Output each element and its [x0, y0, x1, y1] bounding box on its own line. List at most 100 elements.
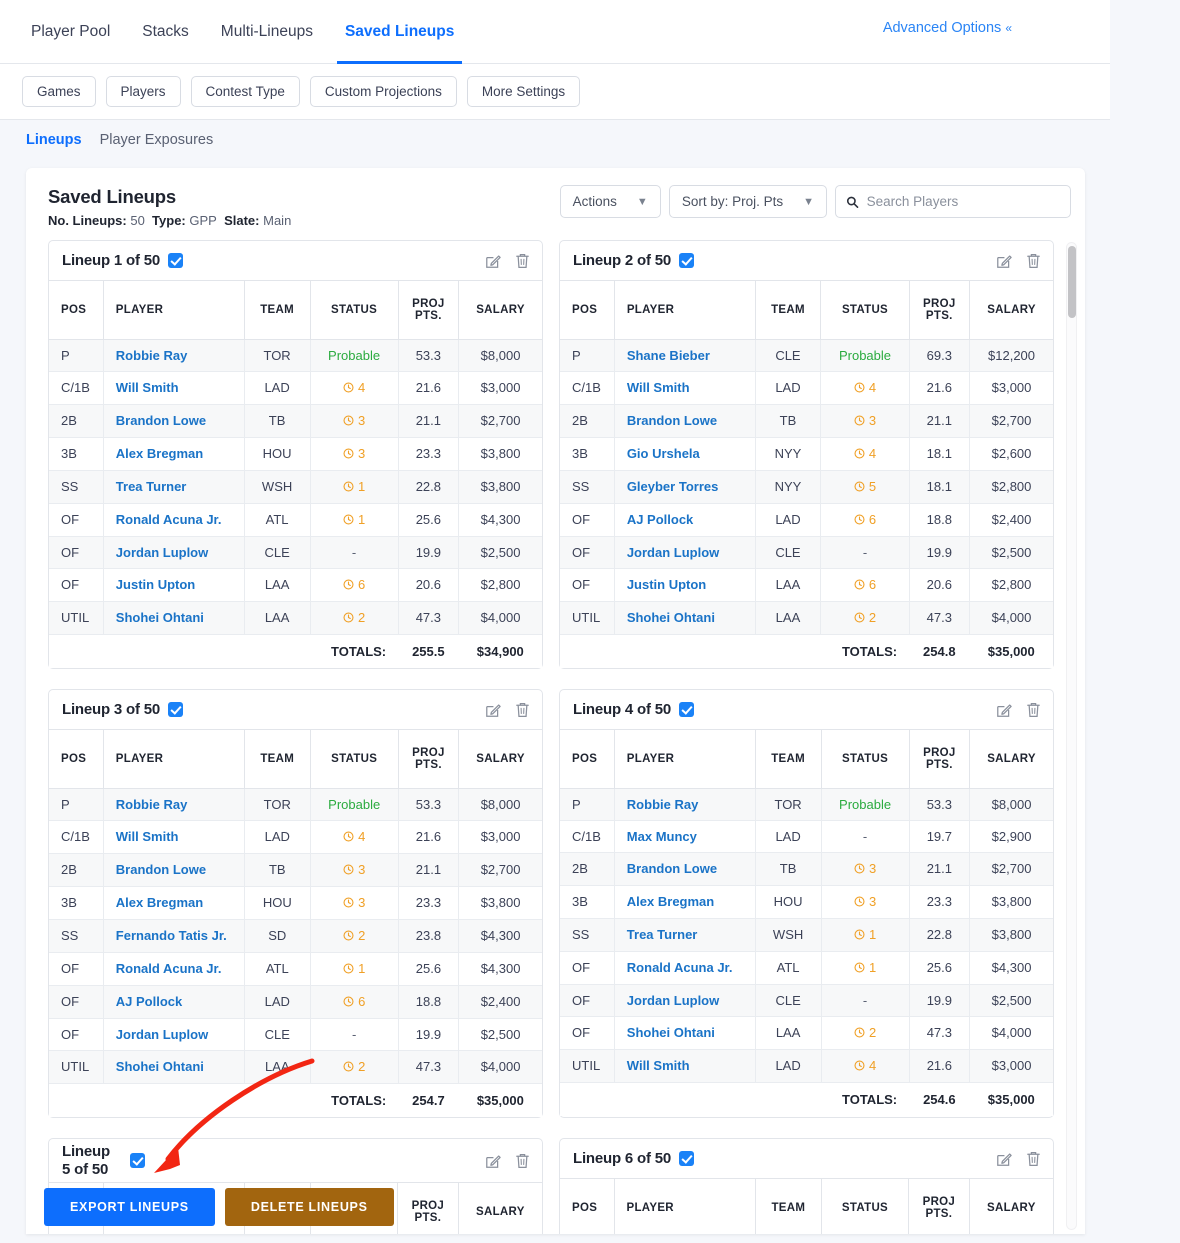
player-link[interactable]: Jordan Luplow: [627, 545, 719, 560]
player-link[interactable]: Shohei Ohtani: [627, 610, 715, 625]
player-link[interactable]: Justin Upton: [116, 577, 195, 592]
cell-player: Shohei Ohtani: [103, 601, 245, 635]
sort-by-dropdown[interactable]: Sort by: Proj. Pts ▼: [668, 185, 827, 218]
col-header-pos: POS: [49, 281, 104, 340]
player-link[interactable]: Robbie Ray: [116, 348, 188, 363]
lineup-select-checkbox[interactable]: [679, 702, 695, 717]
cell-status: -: [820, 536, 910, 569]
search-input[interactable]: [866, 194, 1060, 209]
player-link[interactable]: Robbie Ray: [116, 797, 188, 812]
edit-lineup-button[interactable]: [996, 702, 1012, 718]
cell-player: Gleyber Torres: [614, 470, 756, 504]
lineup-select-checkbox[interactable]: [168, 253, 184, 268]
cell-position: OF: [49, 985, 104, 1019]
cell-team: CLE: [755, 984, 822, 1017]
player-link[interactable]: Max Muncy: [627, 829, 697, 844]
player-link[interactable]: Will Smith: [627, 380, 690, 395]
scrollbar-thumb[interactable]: [1068, 246, 1076, 318]
lineup-select-checkbox[interactable]: [679, 253, 695, 268]
player-link[interactable]: Will Smith: [116, 380, 179, 395]
player-link[interactable]: Gleyber Torres: [627, 479, 719, 494]
player-link[interactable]: AJ Pollock: [116, 994, 182, 1009]
cell-position: OF: [560, 536, 615, 569]
tab-saved-lineups[interactable]: Saved Lineups: [329, 1, 470, 64]
delete-lineup-button[interactable]: [1026, 1151, 1041, 1167]
player-link[interactable]: Trea Turner: [627, 927, 698, 942]
lineup-select-checkbox[interactable]: [130, 1153, 145, 1168]
subtab-lineups[interactable]: Lineups: [26, 132, 82, 148]
lineup-select-checkbox[interactable]: [168, 702, 184, 717]
clock-icon: [854, 381, 865, 393]
player-link[interactable]: Brandon Lowe: [116, 862, 206, 877]
player-link[interactable]: Jordan Luplow: [116, 1027, 208, 1042]
cell-status: 3: [820, 404, 910, 438]
delete-lineup-button[interactable]: [515, 1153, 530, 1169]
filter-contest-type[interactable]: Contest Type: [190, 76, 300, 107]
player-link[interactable]: AJ Pollock: [627, 512, 693, 527]
player-link[interactable]: Brandon Lowe: [627, 861, 717, 876]
filter-players[interactable]: Players: [105, 76, 181, 107]
player-link[interactable]: Jordan Luplow: [627, 993, 719, 1008]
search-players-box[interactable]: [835, 185, 1071, 218]
player-link[interactable]: Alex Bregman: [627, 894, 714, 909]
delete-lineups-button[interactable]: DELETE LINEUPS: [224, 1188, 394, 1226]
player-link[interactable]: Fernando Tatis Jr.: [116, 928, 227, 943]
player-link[interactable]: Justin Upton: [627, 577, 706, 592]
player-link[interactable]: Ronald Acuna Jr.: [116, 512, 222, 527]
player-link[interactable]: Jordan Luplow: [116, 545, 208, 560]
player-link[interactable]: Ronald Acuna Jr.: [116, 961, 222, 976]
col-header-pos: POS: [560, 281, 615, 340]
player-link[interactable]: Alex Bregman: [116, 895, 203, 910]
cell-position: OF: [560, 503, 615, 537]
tab-multi-lineups[interactable]: Multi-Lineups: [205, 1, 329, 64]
vertical-scrollbar[interactable]: [1066, 242, 1077, 1230]
filter-more-settings[interactable]: More Settings: [466, 76, 581, 107]
subtab-player-exposures[interactable]: Player Exposures: [100, 132, 214, 148]
cell-status: 3: [821, 852, 910, 886]
col-header-player: PLAYER: [614, 281, 756, 340]
player-link[interactable]: Alex Bregman: [116, 446, 203, 461]
player-link[interactable]: Trea Turner: [116, 479, 187, 494]
player-link[interactable]: Brandon Lowe: [627, 413, 717, 428]
player-link[interactable]: Ronald Acuna Jr.: [627, 960, 733, 975]
edit-lineup-button[interactable]: [485, 1153, 501, 1169]
player-link[interactable]: Shohei Ohtani: [116, 1059, 204, 1074]
advanced-options-toggle[interactable]: Advanced Options «: [883, 20, 1012, 36]
delete-lineup-button[interactable]: [515, 702, 530, 718]
totals-row: TOTALS: 254.7 $35,000: [49, 1083, 542, 1117]
player-link[interactable]: Will Smith: [627, 1058, 690, 1073]
cell-position: UTIL: [49, 601, 104, 635]
edit-lineup-button[interactable]: [996, 1151, 1012, 1167]
filter-games[interactable]: Games: [22, 76, 96, 107]
col-header-status: STATUS: [821, 1179, 910, 1234]
player-link[interactable]: Brandon Lowe: [116, 413, 206, 428]
edit-lineup-button[interactable]: [485, 253, 501, 269]
table-row: P Robbie Ray TOR Probable 53.3 $8,000: [49, 788, 542, 821]
player-link[interactable]: Shane Bieber: [627, 348, 710, 363]
player-link[interactable]: Shohei Ohtani: [627, 1025, 715, 1040]
edit-lineup-button[interactable]: [485, 702, 501, 718]
totals-salary: $34,900: [458, 634, 542, 668]
lineup-select-checkbox[interactable]: [679, 1151, 695, 1166]
lineup-card-header: Lineup 1 of 50: [49, 241, 542, 281]
player-link[interactable]: Will Smith: [116, 829, 179, 844]
delete-lineup-button[interactable]: [515, 253, 530, 269]
tab-player-pool[interactable]: Player Pool: [15, 1, 126, 64]
actions-dropdown[interactable]: Actions ▼: [559, 185, 661, 218]
status-value: 3: [357, 445, 366, 461]
delete-lineup-button[interactable]: [1026, 253, 1041, 269]
player-link[interactable]: Robbie Ray: [627, 797, 699, 812]
export-lineups-button[interactable]: EXPORT LINEUPS: [44, 1188, 215, 1226]
table-row: P Shane Bieber CLE Probable 69.3 $12,200: [560, 339, 1053, 372]
delete-lineup-button[interactable]: [1026, 702, 1041, 718]
table-row: UTIL Shohei Ohtani LAA 2 47.3 $4,000: [560, 601, 1053, 635]
cell-player: Brandon Lowe: [103, 853, 245, 887]
player-link[interactable]: Shohei Ohtani: [116, 610, 204, 625]
edit-lineup-button[interactable]: [996, 253, 1012, 269]
cell-team: ATL: [244, 503, 311, 537]
lineup-card-actions: [996, 1151, 1041, 1167]
tab-stacks[interactable]: Stacks: [126, 1, 205, 64]
player-link[interactable]: Gio Urshela: [627, 446, 700, 461]
filter-custom-projections[interactable]: Custom Projections: [309, 76, 457, 107]
edit-icon: [486, 1154, 501, 1168]
